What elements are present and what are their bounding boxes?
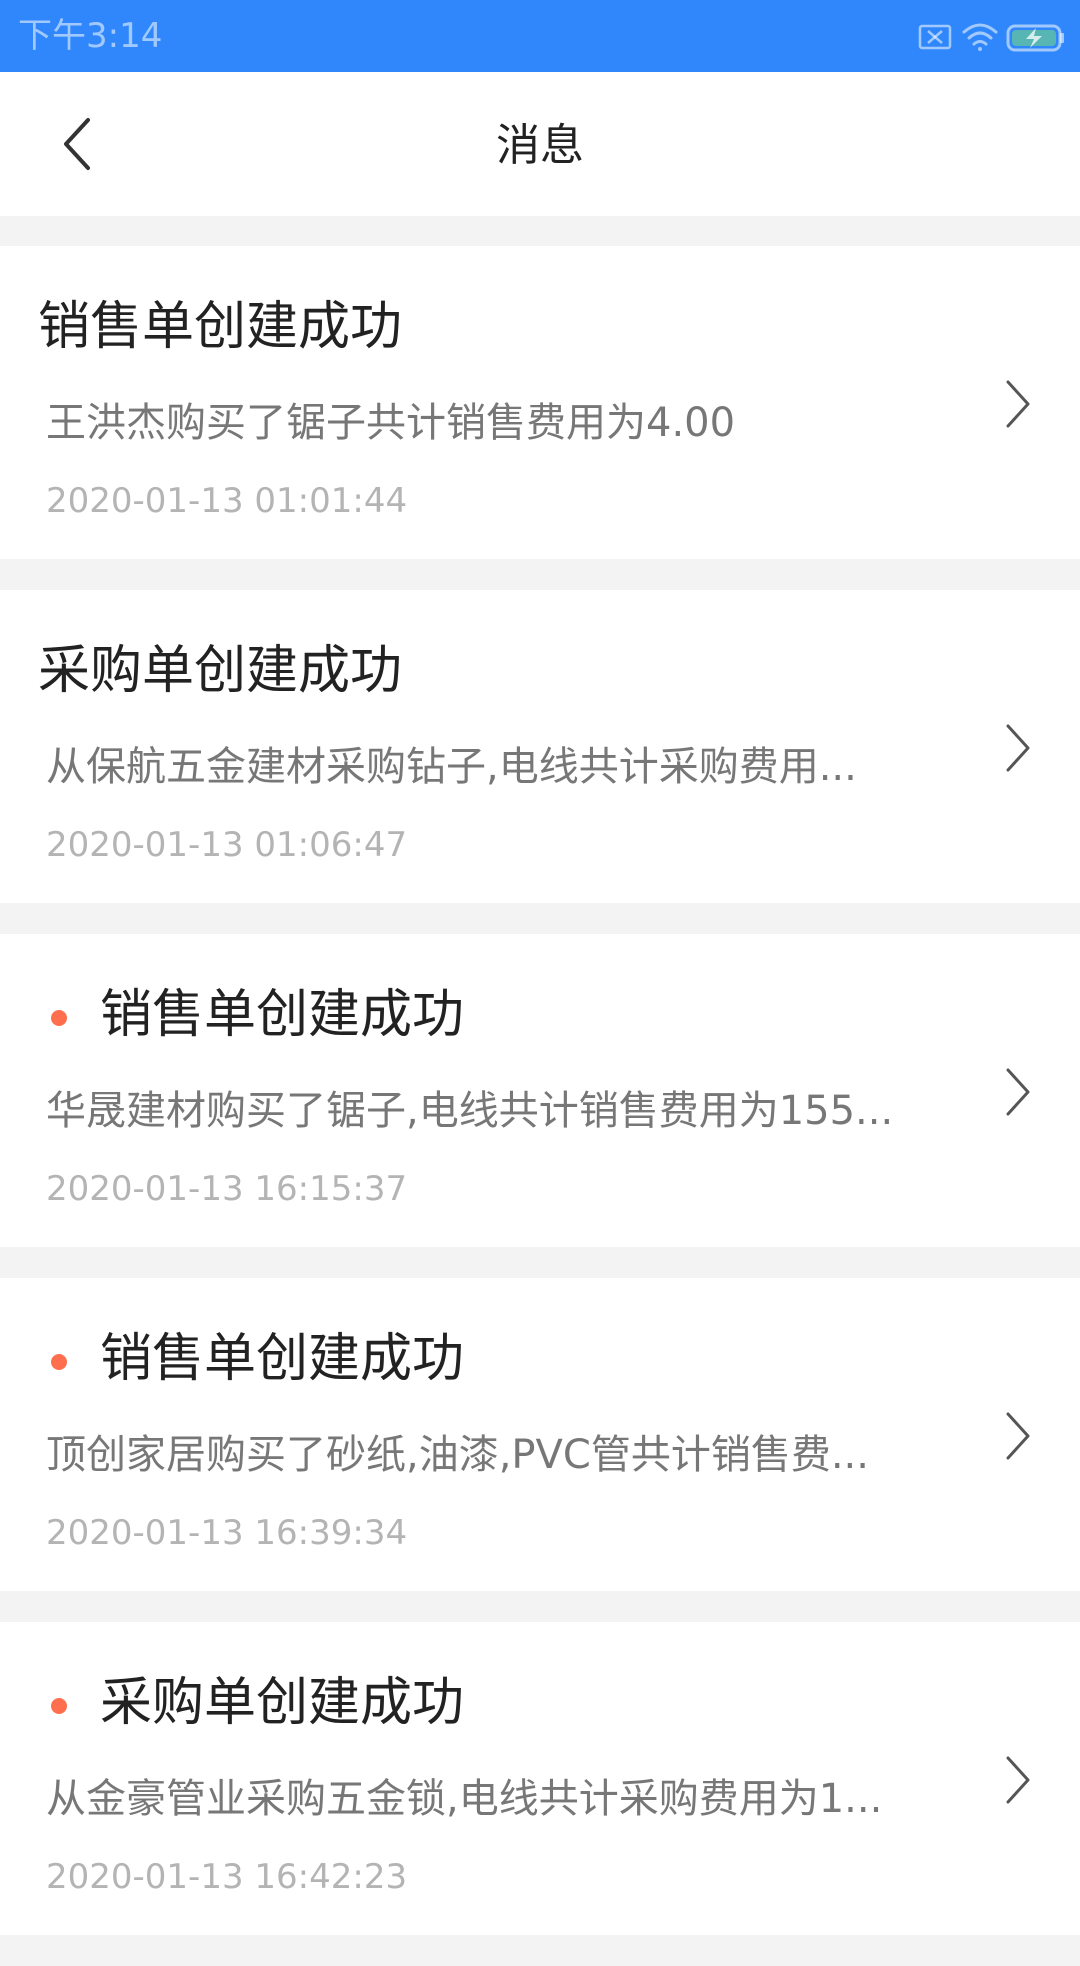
chevron-right-icon [1006, 1412, 1030, 1460]
status-bar: 下午3:14 [0, 0, 1080, 72]
message-time: 2020-01-13 01:06:47 [46, 825, 408, 865]
message-item[interactable]: 销售单创建成功 王洪杰购买了锯子共计销售费用为4.00 2020-01-13 0… [0, 246, 1080, 559]
message-item[interactable]: 采购单创建成功 从保航五金建材采购钻子,电线共计采购费用... 2020-01-… [0, 590, 1080, 903]
message-time: 2020-01-13 16:42:23 [46, 1857, 408, 1897]
battery-charging-icon [1006, 24, 1064, 52]
wifi-icon [962, 23, 998, 51]
message-title: 销售单创建成功 [38, 297, 403, 357]
message-item[interactable]: 销售单创建成功 华晟建材购买了锯子,电线共计销售费用为155... 2020-0… [0, 934, 1080, 1247]
chevron-right-icon [1006, 724, 1030, 772]
message-desc: 从金豪管业采购五金锁,电线共计采购费用为1... [46, 1776, 883, 1822]
message-desc: 从保航五金建材采购钻子,电线共计采购费用... [46, 744, 857, 790]
sim-off-icon [918, 24, 952, 50]
message-title: 采购单创建成功 [100, 1673, 465, 1733]
unread-dot [51, 1354, 67, 1370]
chevron-right-icon [1006, 380, 1030, 428]
message-title: 销售单创建成功 [100, 1329, 465, 1389]
unread-dot [51, 1010, 67, 1026]
unread-dot [51, 1698, 67, 1714]
message-item[interactable]: 采购单创建成功 从金豪管业采购五金锁,电线共计采购费用为1... 2020-01… [0, 1622, 1080, 1935]
message-list: 销售单创建成功 王洪杰购买了锯子共计销售费用为4.00 2020-01-13 0… [0, 246, 1080, 1966]
status-icons [918, 18, 1068, 58]
message-item[interactable]: 销售单创建成功 顶创家居购买了砂纸,油漆,PVC管共计销售费... 2020-0… [0, 1278, 1080, 1591]
message-desc: 王洪杰购买了锯子共计销售费用为4.00 [46, 400, 736, 446]
header: 消息 [0, 72, 1080, 216]
message-title: 采购单创建成功 [38, 641, 403, 701]
message-time: 2020-01-13 16:15:37 [46, 1169, 408, 1209]
message-time: 2020-01-13 16:39:34 [46, 1513, 408, 1553]
page-title: 消息 [496, 120, 584, 171]
message-title: 销售单创建成功 [100, 985, 465, 1045]
message-desc: 华晟建材购买了锯子,电线共计销售费用为155... [46, 1088, 894, 1134]
message-time: 2020-01-13 01:01:44 [46, 481, 408, 521]
message-desc: 顶创家居购买了砂纸,油漆,PVC管共计销售费... [46, 1432, 869, 1478]
chevron-right-icon [1006, 1756, 1030, 1804]
status-time: 下午3:14 [18, 16, 163, 56]
chevron-right-icon [1006, 1068, 1030, 1116]
